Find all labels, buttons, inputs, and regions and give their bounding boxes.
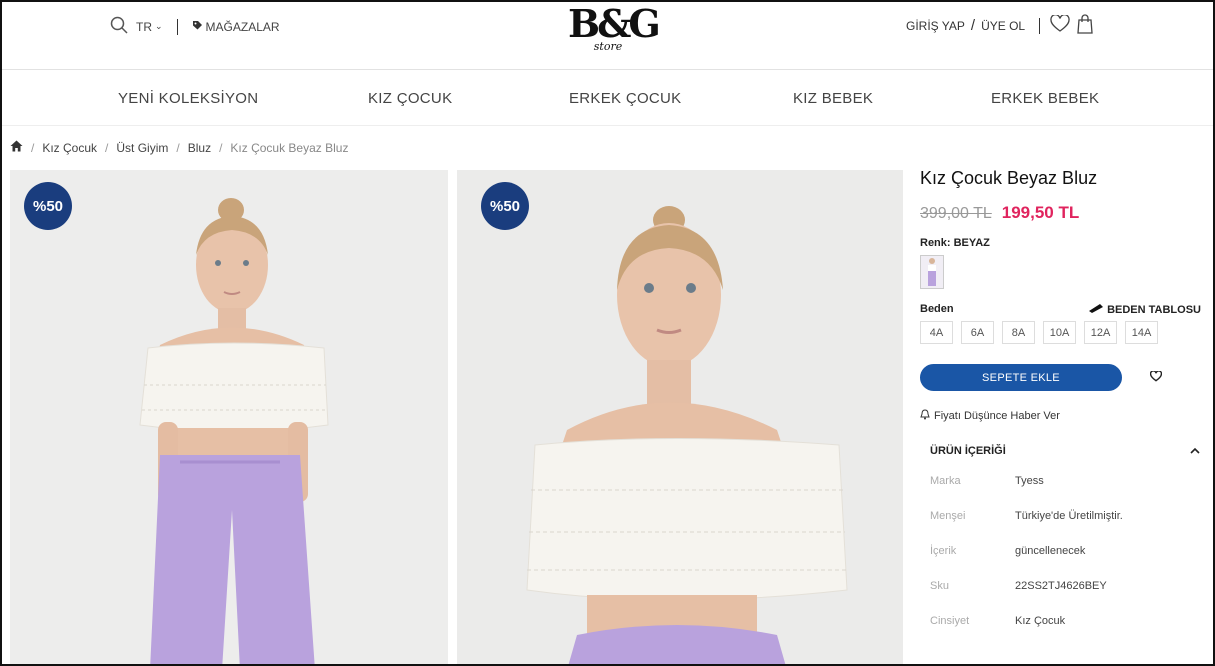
breadcrumb: / Kız Çocuk / Üst Giyim / Bluz / Kız Çoc… [10, 140, 348, 155]
breadcrumb-separator: / [105, 140, 109, 155]
chevron-up-icon [1190, 445, 1200, 457]
nav-item-boys[interactable]: ERKEK ÇOCUK [569, 90, 682, 107]
breadcrumb-item[interactable]: Kız Çocuk [42, 141, 97, 155]
nav-item-new-collection[interactable]: YENİ KOLEKSİYON [118, 90, 258, 107]
ruler-icon [1088, 303, 1104, 316]
product-content-title: ÜRÜN İÇERİĞİ [930, 445, 1006, 457]
breadcrumb-separator: / [31, 140, 35, 155]
login-separator: / [970, 17, 976, 34]
nav-item-girls[interactable]: KIZ ÇOCUK [368, 90, 452, 107]
divider [176, 18, 178, 35]
home-icon[interactable] [10, 140, 23, 155]
main-nav: YENİ KOLEKSİYON KIZ ÇOCUK ERKEK ÇOCUK KI… [2, 70, 1213, 126]
header-left: TR ⌄ MAĞAZALAR [110, 16, 280, 37]
shopping-bag-icon[interactable] [1076, 14, 1094, 37]
breadcrumb-separator: / [176, 140, 180, 155]
discount-badge: %50 [481, 182, 529, 230]
spec-key: İçerik [930, 545, 957, 557]
heart-icon[interactable] [1050, 14, 1070, 36]
price-row: 399,00 TL 199,50 TL [920, 203, 1205, 223]
breadcrumb-separator: / [219, 140, 223, 155]
size-header: Beden BEDEN TABLOSU [920, 303, 1205, 317]
cart-row: SEPETE EKLE [920, 364, 1205, 391]
breadcrumb-item[interactable]: Üst Giyim [116, 141, 168, 155]
size-table-label: BEDEN TABLOSU [1107, 303, 1201, 316]
add-to-cart-button[interactable]: SEPETE EKLE [920, 364, 1122, 391]
stores-link[interactable]: MAĞAZALAR [192, 20, 280, 34]
language-select[interactable]: TR ⌄ [136, 20, 163, 34]
size-options: 4A 6A 8A 10A 12A 14A [920, 321, 1205, 344]
product-photo-illustration [10, 170, 448, 664]
size-label: Beden [920, 303, 954, 315]
chevron-down-icon: ⌄ [155, 21, 163, 31]
product-photo-illustration [457, 170, 903, 664]
size-option[interactable]: 12A [1084, 321, 1117, 344]
size-option[interactable]: 10A [1043, 321, 1076, 344]
spec-value: Türkiye'de Üretilmiştir. [1015, 510, 1123, 522]
old-price: 399,00 TL [920, 205, 992, 222]
spec-row: Sku 22SS2TJ4626BEY [930, 580, 1205, 615]
stores-label: MAĞAZALAR [205, 19, 280, 34]
spec-value: güncellenecek [1015, 545, 1086, 557]
nav-item-baby-boy[interactable]: ERKEK BEBEK [991, 90, 1099, 107]
header-right: GİRİŞ YAP / ÜYE OL [906, 14, 1094, 37]
product-image-1[interactable]: %50 [10, 170, 448, 664]
size-table-link[interactable]: BEDEN TABLOSU [1088, 303, 1201, 316]
product-info: Kız Çocuk Beyaz Bluz 399,00 TL 199,50 TL… [920, 168, 1205, 650]
spec-value: Tyess [1015, 475, 1044, 487]
spec-value: Kız Çocuk [1015, 615, 1066, 627]
spec-key: Menşei [930, 510, 966, 522]
breadcrumb-current: Kız Çocuk Beyaz Bluz [230, 140, 349, 155]
price-alert-link[interactable]: Fiyatı Düşünce Haber Ver [920, 409, 1205, 423]
spec-row: İçerik güncellenecek [930, 545, 1205, 580]
breadcrumb-item[interactable]: Bluz [188, 141, 211, 155]
bell-icon [920, 409, 930, 423]
header: TR ⌄ MAĞAZALAR B&G store GİRİŞ YAP / ÜYE… [2, 2, 1213, 70]
size-option[interactable]: 14A [1125, 321, 1158, 344]
size-option[interactable]: 8A [1002, 321, 1035, 344]
spec-key: Marka [930, 475, 961, 487]
spec-row: Menşei Türkiye'de Üretilmiştir. [930, 510, 1205, 545]
language-label: TR [136, 19, 152, 34]
divider [1039, 17, 1041, 34]
product-title: Kız Çocuk Beyaz Bluz [920, 168, 1098, 188]
size-option[interactable]: 6A [961, 321, 994, 344]
color-swatch[interactable] [920, 255, 944, 289]
color-label: Renk: BEYAZ [920, 237, 990, 249]
product-image-2[interactable]: %50 [457, 170, 903, 664]
tag-icon [192, 20, 203, 34]
logo[interactable]: B&G store [568, 1, 661, 64]
spec-value: 22SS2TJ4626BEY [1015, 580, 1107, 592]
price-alert-label: Fiyatı Düşünce Haber Ver [934, 410, 1060, 422]
spec-key: Cinsiyet [930, 615, 970, 627]
spec-key: Sku [930, 580, 949, 592]
spec-table: Marka Tyess Menşei Türkiye'de Üretilmişt… [930, 475, 1205, 650]
page-frame: TR ⌄ MAĞAZALAR B&G store GİRİŞ YAP / ÜYE… [0, 0, 1215, 666]
nav-item-baby-girl[interactable]: KIZ BEBEK [793, 90, 873, 107]
product-content-toggle[interactable]: ÜRÜN İÇERİĞİ [930, 445, 1200, 457]
spec-row: Cinsiyet Kız Çocuk [930, 615, 1205, 650]
search-icon[interactable] [110, 16, 128, 37]
discount-badge: %50 [24, 182, 72, 230]
logo-main: B&G [568, 1, 661, 46]
wishlist-heart-icon[interactable] [1149, 370, 1163, 385]
register-link[interactable]: ÜYE OL [981, 19, 1025, 33]
sale-price: 199,50 TL [1001, 203, 1080, 222]
spec-row: Marka Tyess [930, 475, 1205, 510]
login-link[interactable]: GİRİŞ YAP [906, 19, 965, 33]
size-option[interactable]: 4A [920, 321, 953, 344]
